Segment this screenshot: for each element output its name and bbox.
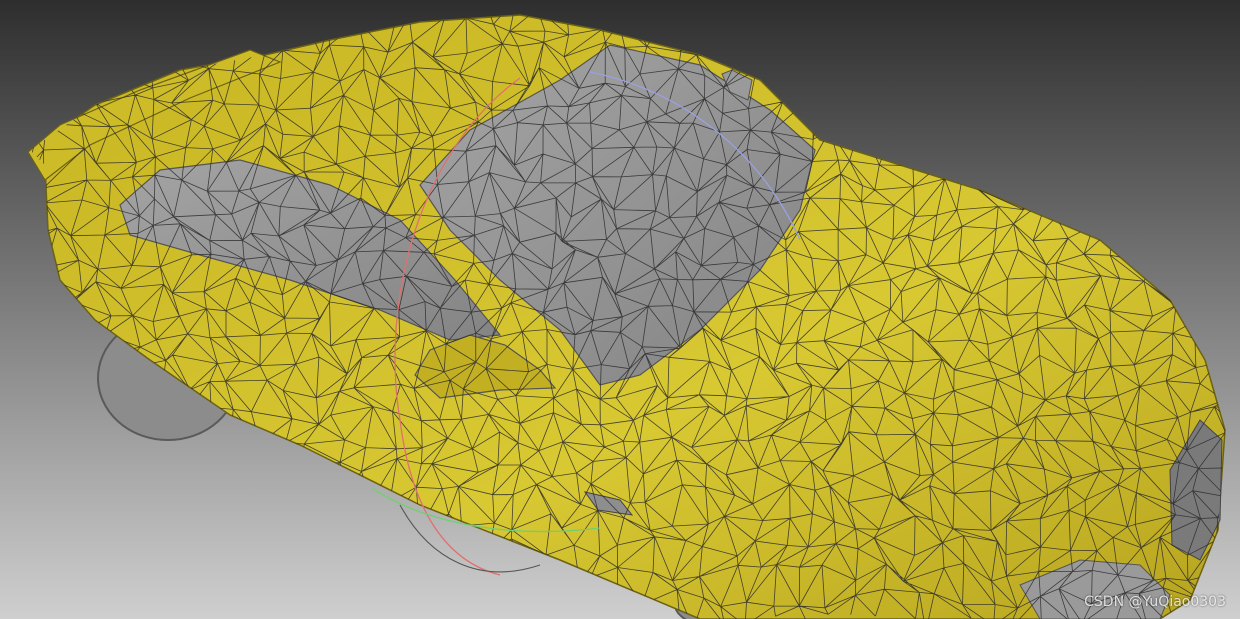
3d-viewport[interactable]: CSDN @YuQiao0303 [0,0,1240,619]
viewport-canvas[interactable] [0,0,1240,619]
watermark-text: CSDN @YuQiao0303 [1084,594,1226,610]
